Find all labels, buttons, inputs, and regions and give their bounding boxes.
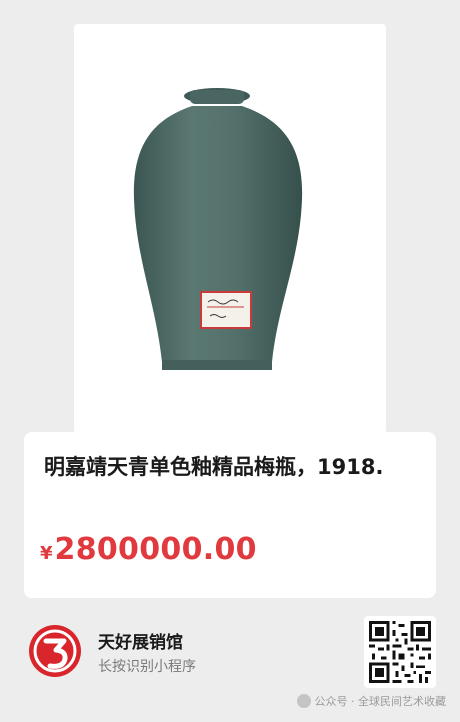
product-card[interactable]: 明嘉靖天青单色釉精品梅瓶，1918. ¥ 2800000.00 [24, 432, 436, 598]
price-amount: 2800000.00 [54, 532, 257, 567]
app-name: 天好展销馆 [98, 633, 183, 653]
product-price: ¥ 2800000.00 [40, 532, 257, 567]
app-subtitle: 长按识别小程序 [98, 659, 196, 675]
qr-code-icon[interactable] [364, 616, 436, 688]
wechat-account-icon [296, 694, 311, 708]
watermark: 公众号 · 全球民间艺术收藏 [296, 693, 447, 709]
price-currency: ¥ [40, 543, 53, 564]
product-title: 明嘉靖天青单色釉精品梅瓶，1918. [44, 455, 384, 479]
vase-image [133, 88, 303, 370]
app-logo-icon[interactable] [26, 622, 84, 680]
watermark-text: 公众号 · 全球民间艺术收藏 [314, 695, 447, 708]
product-image[interactable] [74, 24, 386, 434]
vase-label [200, 291, 252, 329]
